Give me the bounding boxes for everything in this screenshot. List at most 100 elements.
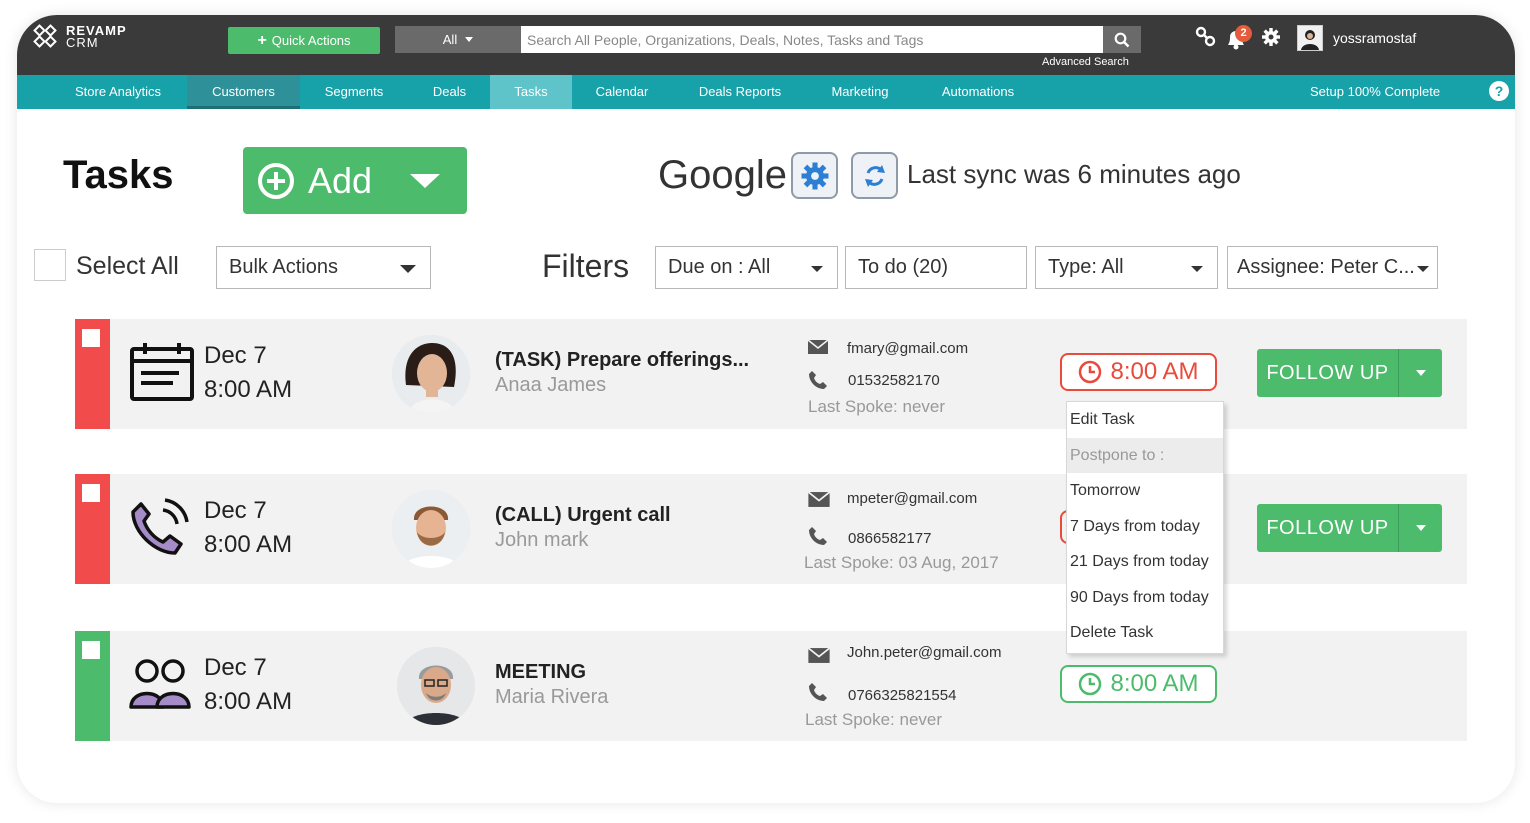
task-time: 8:00 AM [204, 688, 293, 715]
contact-email[interactable]: fmary@gmail.com [847, 340, 968, 357]
help-icon[interactable]: ? [1489, 81, 1509, 101]
select-all-checkbox[interactable] [34, 249, 66, 281]
chevron-down-icon [811, 266, 823, 272]
task-contact-name[interactable]: John mark [495, 529, 588, 552]
contact-email[interactable]: mpeter@gmail.com [847, 490, 977, 507]
add-button-label: Add [308, 159, 373, 201]
search-input[interactable] [521, 26, 1103, 53]
chevron-down-icon [465, 37, 474, 42]
page-title: Tasks [63, 153, 174, 197]
user-avatar[interactable] [1297, 25, 1323, 51]
follow-up-label: FOLLOW UP [1266, 361, 1389, 384]
last-spoke: Last Spoke: never [808, 397, 946, 416]
menu-postpone-7-days[interactable]: 7 Days from today [1067, 509, 1223, 545]
menu-postpone-90-days[interactable]: 90 Days from today [1067, 580, 1223, 616]
envelope-icon [807, 647, 831, 663]
phone-call-icon [131, 498, 189, 555]
contact-avatar[interactable] [392, 335, 470, 413]
nav-store-analytics[interactable]: Store Analytics [59, 75, 177, 109]
username[interactable]: yossramostaf [1333, 30, 1416, 46]
notifications-button[interactable]: 2 [1225, 25, 1252, 50]
menu-postpone-tomorrow[interactable]: Tomorrow [1067, 473, 1223, 509]
phone-icon [809, 371, 827, 389]
clock-icon [1079, 672, 1102, 696]
clock-icon [1079, 360, 1102, 384]
type-value: Type: All [1048, 256, 1124, 278]
assignee-value: Assignee: Peter C... [1237, 256, 1415, 278]
nav-deals-reports[interactable]: Deals Reports [687, 75, 793, 109]
task-title[interactable]: (CALL) Urgent call [495, 504, 671, 527]
task-contact-name[interactable]: Maria Rivera [495, 686, 608, 709]
task-checkbox[interactable] [82, 641, 100, 659]
google-settings-button[interactable] [791, 152, 838, 199]
task-contact-name[interactable]: Anaa James [495, 374, 606, 397]
assignee-filter[interactable]: Assignee: Peter C... [1227, 246, 1438, 289]
task-date: Dec 7 [204, 497, 267, 524]
nav-marketing[interactable]: Marketing [822, 75, 898, 109]
envelope-icon [807, 491, 831, 507]
contact-email[interactable]: John.peter@gmail.com [847, 644, 1001, 661]
add-button[interactable]: Add [243, 147, 467, 214]
due-time-pill[interactable]: 8:00 AM [1060, 665, 1217, 703]
search-category-select[interactable]: All [395, 26, 521, 53]
bulk-actions-select[interactable]: Bulk Actions [216, 246, 431, 289]
task-title[interactable]: MEETING [495, 661, 586, 684]
task-row[interactable]: Dec 7 8:00 AM MEETING Maria Rivera John.… [75, 631, 1467, 741]
last-sync-text: Last sync was 6 minutes ago [907, 159, 1241, 189]
plus-circle-icon [258, 162, 294, 199]
menu-postpone-21-days[interactable]: 21 Days from today [1067, 544, 1223, 580]
nav-automations[interactable]: Automations [932, 75, 1024, 109]
nav-segments[interactable]: Segments [310, 75, 398, 109]
task-row[interactable]: Dec 7 8:00 AM (TASK) Prepare offerings..… [75, 319, 1467, 429]
contact-phone[interactable]: 0866582177 [848, 530, 931, 547]
gear-icon[interactable] [1261, 27, 1281, 47]
type-filter[interactable]: Type: All [1035, 246, 1218, 289]
task-title[interactable]: (TASK) Prepare offerings... [495, 349, 749, 372]
app-logo[interactable]: REVAMP CRM [33, 24, 127, 50]
notification-badge: 2 [1235, 25, 1252, 42]
follow-up-button[interactable]: FOLLOW UP [1257, 349, 1442, 397]
follow-up-button[interactable]: FOLLOW UP [1257, 504, 1442, 552]
filters-label: Filters [542, 248, 630, 284]
chevron-down-icon [1417, 266, 1429, 272]
gear-icon [801, 162, 828, 189]
chevron-down-icon [400, 265, 416, 273]
quick-actions-label: Quick Actions [271, 33, 351, 48]
select-all-label[interactable]: Select All [76, 252, 179, 281]
task-row[interactable]: Dec 7 8:00 AM (CALL) Urgent call John ma… [75, 474, 1467, 584]
task-checkbox[interactable] [82, 484, 100, 502]
nav-calendar[interactable]: Calendar [587, 75, 657, 109]
search-icon [1114, 32, 1130, 47]
due-time-pill[interactable]: 8:00 AM [1060, 353, 1217, 391]
contact-avatar[interactable] [392, 490, 470, 568]
meeting-users-icon [129, 659, 191, 709]
sync-icon [864, 164, 885, 187]
due-on-value: Due on : All [668, 256, 771, 278]
nav-deals[interactable]: Deals [417, 75, 482, 109]
google-sync-label: Google [658, 153, 787, 197]
nav-tasks[interactable]: Tasks [490, 75, 572, 109]
link-icon[interactable] [1195, 26, 1217, 48]
logo-line2: CRM [66, 35, 99, 50]
follow-up-label: FOLLOW UP [1266, 516, 1389, 539]
contact-avatar[interactable] [397, 647, 475, 725]
menu-delete-task[interactable]: Delete Task [1067, 615, 1223, 651]
google-sync-button[interactable] [851, 152, 898, 199]
advanced-search-link[interactable]: Advanced Search [1042, 56, 1129, 68]
follow-up-dropdown[interactable] [1398, 349, 1442, 397]
contact-phone[interactable]: 01532582170 [848, 372, 940, 389]
due-time: 8:00 AM [1110, 670, 1199, 697]
envelope-icon [807, 339, 829, 354]
setup-progress-link[interactable]: Setup 100% Complete [1310, 75, 1440, 109]
quick-actions-button[interactable]: + Quick Actions [228, 27, 380, 54]
todo-filter[interactable]: To do (20) [845, 246, 1027, 289]
contact-phone[interactable]: 0766325821554 [848, 687, 956, 704]
due-on-filter[interactable]: Due on : All [655, 246, 838, 289]
phone-icon [809, 527, 827, 545]
follow-up-dropdown[interactable] [1398, 504, 1442, 552]
menu-edit-task[interactable]: Edit Task [1067, 402, 1223, 438]
task-checkbox[interactable] [82, 329, 100, 347]
nav-customers[interactable]: Customers [187, 75, 300, 109]
top-bar: REVAMP CRM + Quick Actions All Advanced … [17, 15, 1515, 75]
search-button[interactable] [1103, 26, 1141, 53]
